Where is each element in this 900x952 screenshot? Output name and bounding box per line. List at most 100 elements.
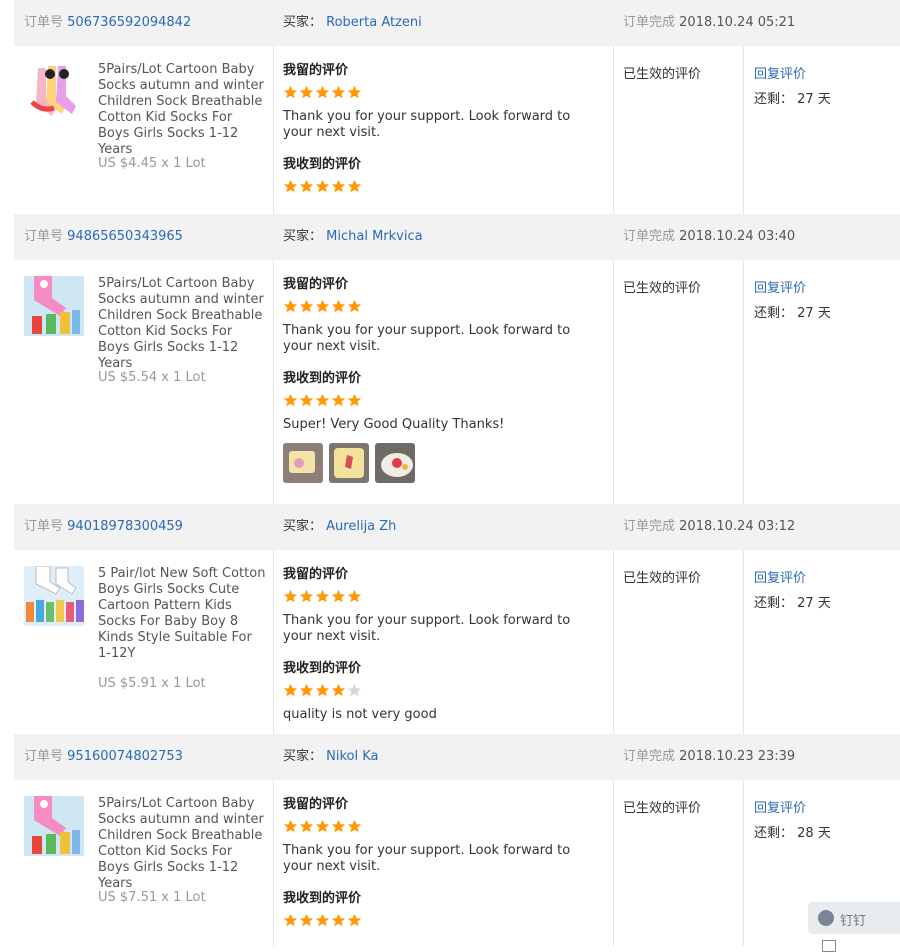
days-remaining: 还剩： 28 天: [754, 826, 831, 841]
star-filled-icon: [331, 85, 346, 99]
my-rating-stars: [283, 85, 601, 101]
completed-time: 订单完成 2018.10.24 03:12: [623, 519, 796, 534]
star-filled-icon: [299, 85, 314, 99]
days-remaining: 还剩： 27 天: [754, 92, 831, 107]
product-thumbnail[interactable]: [24, 62, 84, 122]
star-filled-icon: [347, 393, 362, 407]
review-section: 我留的评价 Thank you for your support. Look f…: [283, 63, 601, 195]
star-filled-icon: [331, 913, 346, 927]
star-filled-icon: [299, 393, 314, 407]
review-status: 已生效的评价: [623, 801, 702, 816]
order-id-link[interactable]: 94018978300459: [67, 519, 183, 534]
received-rating-stars: [283, 179, 601, 195]
product-thumbnail[interactable]: [24, 276, 84, 336]
star-filled-icon: [347, 299, 362, 313]
product-name-link[interactable]: 5Pairs/Lot Cartoon Baby Socks autumn and…: [98, 796, 266, 892]
product-name-link[interactable]: 5 Pair/lot New Soft Cotton Boys Girls So…: [98, 566, 266, 662]
star-filled-icon: [331, 299, 346, 313]
order-card: 订单号 95160074802753 买家： Nikol Ka 订单完成 201…: [0, 734, 900, 946]
buyer: 买家： Aurelija Zh: [283, 519, 397, 534]
product-price: US $4.45 x 1 Lot: [98, 156, 206, 171]
received-rating-stars: [283, 393, 601, 409]
received-review-text: quality is not very good: [283, 707, 437, 722]
star-filled-icon: [315, 589, 330, 603]
review-photos: [283, 443, 601, 483]
review-section: 我留的评价 Thank you for your support. Look f…: [283, 567, 601, 723]
product-price: US $5.54 x 1 Lot: [98, 370, 206, 385]
order-body: 5Pairs/Lot Cartoon Baby Socks autumn and…: [0, 260, 900, 504]
star-filled-icon: [347, 85, 362, 99]
star-filled-icon: [299, 179, 314, 193]
checkbox[interactable]: [822, 940, 836, 952]
star-filled-icon: [331, 589, 346, 603]
dingtalk-label: 钉钉: [840, 914, 867, 929]
review-section: 我留的评价 Thank you for your support. Look f…: [283, 797, 601, 929]
star-filled-icon: [331, 179, 346, 193]
buyer: 买家： Roberta Atzeni: [283, 15, 422, 30]
order-id-link[interactable]: 94865650343965: [67, 229, 183, 244]
order-id-link[interactable]: 95160074802753: [67, 749, 183, 764]
my-rating-stars: [283, 589, 601, 605]
star-filled-icon: [315, 683, 330, 697]
received-rating-stars: [283, 683, 601, 699]
buyer-name-link[interactable]: Aurelija Zh: [326, 519, 396, 534]
star-filled-icon: [299, 299, 314, 313]
review-photo[interactable]: [283, 443, 323, 483]
star-filled-icon: [347, 589, 362, 603]
product-name-link[interactable]: 5Pairs/Lot Cartoon Baby Socks autumn and…: [98, 62, 266, 158]
my-review-text: Thank you for your support. Look forward…: [283, 109, 571, 140]
completed-time: 订单完成 2018.10.23 23:39: [623, 749, 796, 764]
review-section: 我留的评价 Thank you for your support. Look f…: [283, 277, 601, 483]
star-filled-icon: [283, 589, 298, 603]
my-rating-stars: [283, 299, 601, 315]
product-name-link[interactable]: 5Pairs/Lot Cartoon Baby Socks autumn and…: [98, 276, 266, 372]
star-filled-icon: [315, 179, 330, 193]
review-photo[interactable]: [375, 443, 415, 483]
review-photo[interactable]: [329, 443, 369, 483]
my-review-title: 我留的评价: [283, 567, 349, 582]
my-review-text: Thank you for your support. Look forward…: [283, 323, 571, 354]
star-filled-icon: [315, 913, 330, 927]
order-body: 5Pairs/Lot Cartoon Baby Socks autumn and…: [0, 46, 900, 214]
reply-review-link[interactable]: 回复评价: [754, 277, 806, 296]
my-review-text: Thank you for your support. Look forward…: [283, 613, 571, 644]
star-filled-icon: [283, 683, 298, 697]
days-remaining: 还剩： 27 天: [754, 306, 831, 321]
order-header: 订单号 95160074802753 买家： Nikol Ka 订单完成 201…: [14, 734, 900, 780]
order-number: 订单号 94865650343965: [24, 229, 183, 244]
completed-time: 订单完成 2018.10.24 05:21: [623, 15, 796, 30]
star-filled-icon: [299, 589, 314, 603]
star-filled-icon: [299, 913, 314, 927]
order-header: 订单号 94018978300459 买家： Aurelija Zh 订单完成 …: [14, 504, 900, 550]
star-filled-icon: [283, 299, 298, 313]
order-number: 订单号 94018978300459: [24, 519, 183, 534]
star-filled-icon: [331, 393, 346, 407]
star-filled-icon: [347, 179, 362, 193]
buyer-name-link[interactable]: Michal Mrkvica: [326, 229, 422, 244]
buyer: 买家： Michal Mrkvica: [283, 229, 423, 244]
reply-review-link[interactable]: 回复评价: [754, 797, 806, 816]
buyer-name-link[interactable]: Nikol Ka: [326, 749, 378, 764]
order-id-link[interactable]: 506736592094842: [67, 15, 191, 30]
star-filled-icon: [315, 393, 330, 407]
order-card: 订单号 94865650343965 买家： Michal Mrkvica 订单…: [0, 214, 900, 504]
dingtalk-widget[interactable]: 钉钉: [808, 902, 900, 934]
received-review-title: 我收到的评价: [283, 661, 362, 676]
reply-review-link[interactable]: 回复评价: [754, 567, 806, 586]
product-thumbnail[interactable]: [24, 566, 84, 626]
received-review-text: Super! Very Good Quality Thanks!: [283, 417, 505, 432]
reply-review-link[interactable]: 回复评价: [754, 63, 806, 82]
product-thumbnail[interactable]: [24, 796, 84, 856]
star-filled-icon: [347, 819, 362, 833]
order-number: 订单号 95160074802753: [24, 749, 183, 764]
my-review-title: 我留的评价: [283, 797, 349, 812]
buyer: 买家： Nikol Ka: [283, 749, 379, 764]
my-review-text: Thank you for your support. Look forward…: [283, 843, 571, 874]
received-review-title: 我收到的评价: [283, 891, 362, 906]
received-review-title: 我收到的评价: [283, 371, 362, 386]
star-filled-icon: [315, 85, 330, 99]
star-filled-icon: [347, 913, 362, 927]
star-filled-icon: [283, 913, 298, 927]
buyer-name-link[interactable]: Roberta Atzeni: [326, 15, 422, 30]
review-status: 已生效的评价: [623, 67, 702, 82]
